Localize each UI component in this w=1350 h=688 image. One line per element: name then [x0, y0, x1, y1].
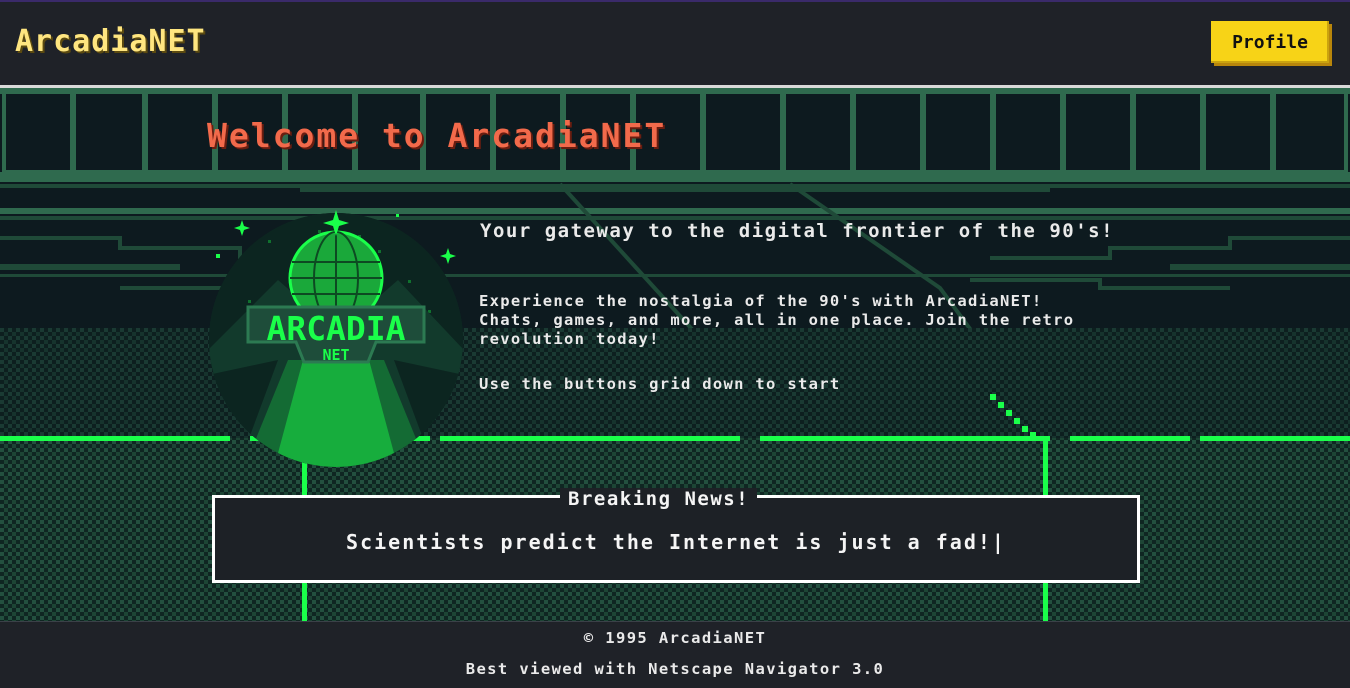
tagline: Your gateway to the digital frontier of …: [480, 220, 1115, 242]
news-title: Breaking News!: [560, 488, 758, 510]
site-header: ArcadiaNET Profile: [0, 2, 1350, 85]
site-footer: © 1995 ArcadiaNET Best viewed with Netsc…: [0, 621, 1350, 688]
logo-subtext: NET: [322, 346, 349, 364]
footer-copyright: © 1995 ArcadiaNET: [583, 629, 767, 647]
footer-best-viewed: Best viewed with Netscape Navigator 3.0: [465, 660, 885, 678]
site-brand[interactable]: ArcadiaNET: [15, 24, 206, 59]
news-text: Scientists predict the Internet is just …: [346, 530, 1006, 554]
logo-text: ARCADIA: [266, 309, 405, 348]
breaking-news-box: Breaking News! Scientists predict the In…: [212, 488, 1140, 583]
welcome-title: Welcome to ArcadiaNET: [207, 116, 667, 155]
profile-button[interactable]: Profile: [1211, 21, 1329, 63]
description: Experience the nostalgia of the 90's wit…: [479, 292, 1075, 348]
arcadia-logo: ARCADIA NET: [209, 210, 463, 467]
start-hint: Use the buttons grid down to start: [479, 375, 841, 393]
